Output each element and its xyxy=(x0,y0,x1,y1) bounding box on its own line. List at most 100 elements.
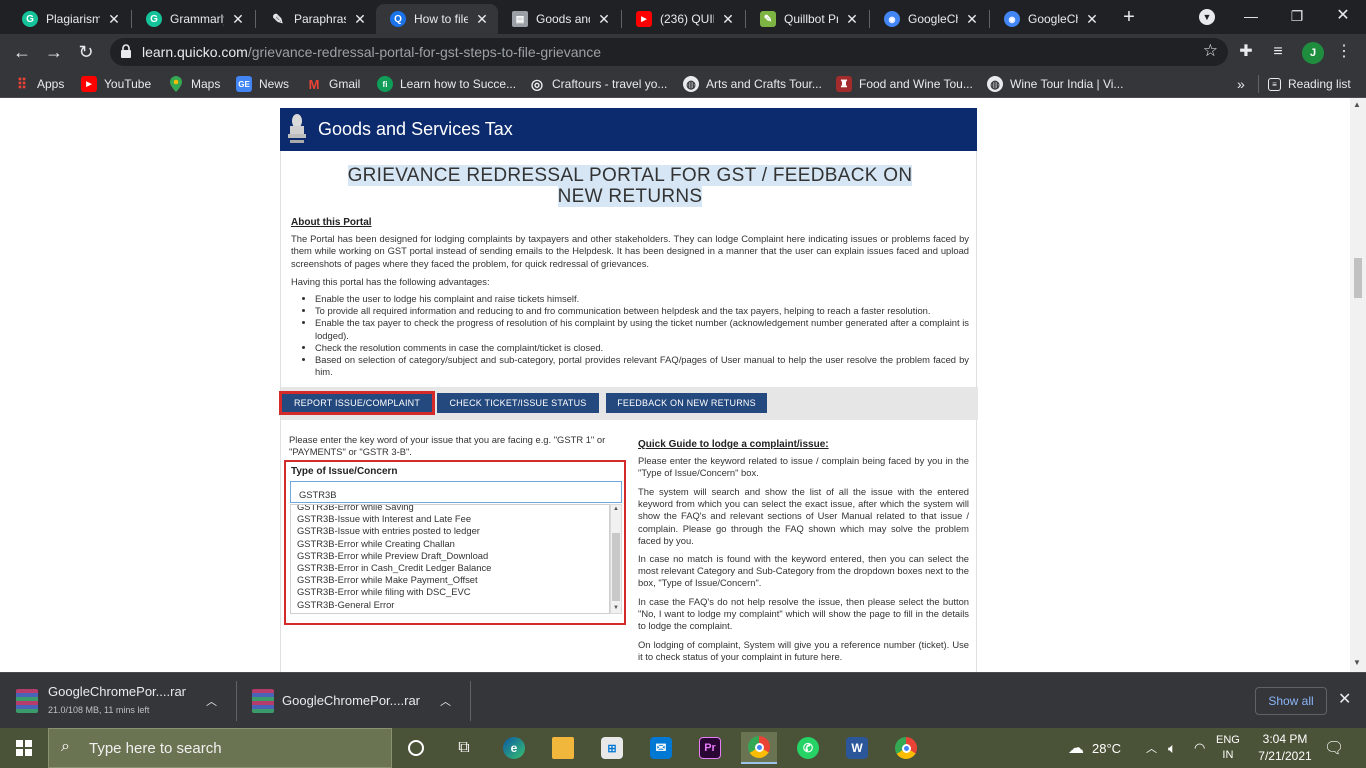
browser-tab[interactable]: ✎ Paraphrasi ✕ xyxy=(256,4,376,34)
wifi-icon[interactable]: ◠ xyxy=(1194,728,1205,768)
close-icon[interactable]: ✕ xyxy=(352,11,368,28)
scroll-up-arrow-icon[interactable]: ▲ xyxy=(1353,100,1361,109)
page-viewport: Goods and Services Tax GRIEVANCE REDRESS… xyxy=(0,98,1350,672)
weather-widget[interactable]: ☁ 28°C xyxy=(1068,728,1121,768)
page-scrollbar[interactable]: ▲ ▼ xyxy=(1350,98,1366,672)
page-scroll-thumb[interactable] xyxy=(1354,258,1362,298)
chevron-up-icon[interactable]: ︿ xyxy=(1146,728,1157,768)
bookmark-news[interactable]: GE News xyxy=(236,75,289,93)
url-text[interactable]: learn.quicko.com/grievance-redressal-por… xyxy=(142,44,601,60)
bookmark-food-wine[interactable]: ♜ Food and Wine Tou... xyxy=(836,75,973,93)
browser-tab[interactable]: G Grammarly ✕ xyxy=(132,4,254,34)
more-bookmarks-chevron-icon[interactable]: » xyxy=(1237,75,1245,93)
browser-tab[interactable]: ◉ GoogleChr ✕ xyxy=(870,4,988,34)
system-clock[interactable]: 3:04 PM 7/21/2021 xyxy=(1256,731,1314,765)
suggestion-option[interactable]: GSTR3B-Error while Creating Challan xyxy=(291,538,609,550)
window-close-icon[interactable]: ✕ xyxy=(1320,0,1366,32)
suggestion-option[interactable]: GSTR3B-Issue with entries posted to ledg… xyxy=(291,525,609,537)
suggestion-option[interactable]: GSTR3B-Issue with Interest and Late Fee xyxy=(291,513,609,525)
close-icon[interactable]: ✕ xyxy=(720,11,736,28)
microsoft-store-icon[interactable]: ⊞ xyxy=(594,732,630,764)
windows-start-button[interactable] xyxy=(0,728,48,768)
browser-tab[interactable]: G Plagiarism ✕ xyxy=(8,4,130,34)
minimize-icon[interactable]: — xyxy=(1228,0,1274,32)
advantages-heading: Having this portal has the following adv… xyxy=(291,276,490,287)
bookmark-maps[interactable]: Maps xyxy=(168,75,220,93)
browser-tab[interactable]: ✎ Quillbot Pr ✕ xyxy=(746,4,868,34)
forward-arrow-icon[interactable]: → xyxy=(42,40,66,64)
close-icon[interactable]: ✕ xyxy=(964,11,980,28)
speaker-icon[interactable]: 🔈︎ xyxy=(1168,728,1176,768)
scroll-down-arrow-icon[interactable]: ▼ xyxy=(1353,658,1361,667)
suggestion-option[interactable]: GSTR3B-General Error xyxy=(291,599,609,611)
close-icon[interactable]: ✕ xyxy=(106,11,122,28)
profile-avatar[interactable]: J xyxy=(1302,42,1324,64)
restore-icon[interactable]: ❐ xyxy=(1274,0,1320,32)
download-item[interactable]: GoogleChromePor....rar 21.0/108 MB, 11 m… xyxy=(0,673,232,729)
bookmark-craftours[interactable]: ◎ Craftours - travel yo... xyxy=(529,75,667,93)
check-ticket-status-button[interactable]: CHECK TICKET/ISSUE STATUS xyxy=(437,393,599,413)
address-bar[interactable]: learn.quicko.com/grievance-redressal-por… xyxy=(110,38,1228,66)
feedback-new-returns-button[interactable]: FEEDBACK ON NEW RETURNS xyxy=(606,393,767,413)
about-paragraph: The Portal has been designed for lodging… xyxy=(291,233,969,269)
suggestion-option[interactable]: GSTR3B-Error while Saving xyxy=(291,505,609,513)
back-arrow-icon[interactable]: ← xyxy=(10,40,34,64)
taskbar-search-box[interactable]: ⌕ Type here to search xyxy=(48,728,392,768)
suggestion-option[interactable]: GSTR3B-Error while Make Payment_Offset xyxy=(291,574,609,586)
close-icon[interactable]: ✕ xyxy=(844,11,860,28)
edge-icon[interactable]: e xyxy=(496,732,532,764)
scroll-thumb[interactable] xyxy=(612,533,620,601)
browser-tab[interactable]: ▤ Goods and ✕ xyxy=(498,4,620,34)
show-all-downloads-button[interactable]: Show all xyxy=(1255,687,1327,715)
media-queue-icon[interactable]: ≡ xyxy=(1268,42,1288,62)
bookmark-arts-crafts[interactable]: ◍ Arts and Crafts Tour... xyxy=(683,75,822,93)
close-icon[interactable]: ✕ xyxy=(474,11,490,28)
suggestion-option[interactable]: GSTR3B-Error in Cash_Credit Ledger Balan… xyxy=(291,562,609,574)
file-explorer-icon[interactable] xyxy=(545,732,581,764)
bookmark-star-icon[interactable]: ☆ xyxy=(1203,41,1218,61)
bookmark-youtube[interactable]: ▶ YouTube xyxy=(81,75,151,93)
chevron-up-icon[interactable]: ︿ xyxy=(206,693,217,709)
bookmark-label: Gmail xyxy=(329,77,361,91)
task-view-icon[interactable]: ⧉ xyxy=(446,732,482,764)
suggestion-option[interactable]: GSTR3B-Error while filing with DSC_EVC xyxy=(291,586,609,598)
new-tab-button[interactable]: + xyxy=(1118,6,1140,28)
premiere-pro-icon[interactable]: Pr xyxy=(692,732,728,764)
input-language-indicator[interactable]: ENG IN xyxy=(1216,728,1240,768)
bookmark-wine-tour[interactable]: ◍ Wine Tour India | Vi... xyxy=(987,75,1123,93)
windows-taskbar: ⌕ Type here to search ⧉ e ⊞ ✉ Pr ✆ W ☁ 2… xyxy=(0,728,1366,768)
cortana-icon[interactable] xyxy=(398,732,434,764)
extensions-puzzle-icon[interactable]: ✚ xyxy=(1236,42,1256,62)
close-icon[interactable]: ✕ xyxy=(230,11,246,28)
suggestions-scrollbar[interactable]: ▲ ▼ xyxy=(610,504,622,614)
browser-tab[interactable]: ▶ (236) QUILI ✕ xyxy=(622,4,744,34)
chevron-up-icon[interactable]: ︿ xyxy=(440,693,451,709)
browser-tab[interactable]: ◉ GoogleChr ✕ xyxy=(990,4,1108,34)
bookmark-apps[interactable]: ⠿ Apps xyxy=(14,75,65,93)
weather-temperature: 28°C xyxy=(1092,740,1122,756)
close-icon[interactable]: ✕ xyxy=(596,11,612,28)
scroll-down-arrow-icon[interactable]: ▼ xyxy=(613,605,619,611)
tab-search-icon[interactable]: ▼ xyxy=(1184,0,1230,32)
browser-tab-active[interactable]: Q How to file ✕ xyxy=(376,4,498,34)
bookmark-learn[interactable]: fi Learn how to Succe... xyxy=(377,75,516,93)
download-item[interactable]: GoogleChromePor....rar ︿ xyxy=(240,673,470,729)
reload-icon[interactable]: ↻ xyxy=(74,40,98,64)
notifications-icon[interactable]: 🗨︎ xyxy=(1324,728,1344,768)
bookmark-gmail[interactable]: M Gmail xyxy=(306,75,361,93)
mail-icon[interactable]: ✉ xyxy=(643,732,679,764)
suggestion-option[interactable]: GSTR3B-Error while Preview Draft_Downloa… xyxy=(291,550,609,562)
menu-kebab-icon[interactable]: ⋮ xyxy=(1334,42,1354,62)
close-icon[interactable]: ✕ xyxy=(1084,11,1100,28)
issue-search-input[interactable] xyxy=(290,481,622,503)
word-icon[interactable]: W xyxy=(839,732,875,764)
bookmark-label: Wine Tour India | Vi... xyxy=(1010,77,1124,91)
whatsapp-icon[interactable]: ✆ xyxy=(790,732,826,764)
close-icon[interactable]: ✕ xyxy=(1338,689,1351,709)
chrome-icon[interactable] xyxy=(888,732,924,764)
chrome-icon-active[interactable] xyxy=(741,732,777,764)
scroll-up-arrow-icon[interactable]: ▲ xyxy=(613,506,619,512)
report-issue-button[interactable]: REPORT ISSUE/COMPLAINT xyxy=(279,391,435,415)
reading-list-button[interactable]: ≡ Reading list xyxy=(1268,75,1351,93)
grammarly-icon: G xyxy=(146,11,162,27)
